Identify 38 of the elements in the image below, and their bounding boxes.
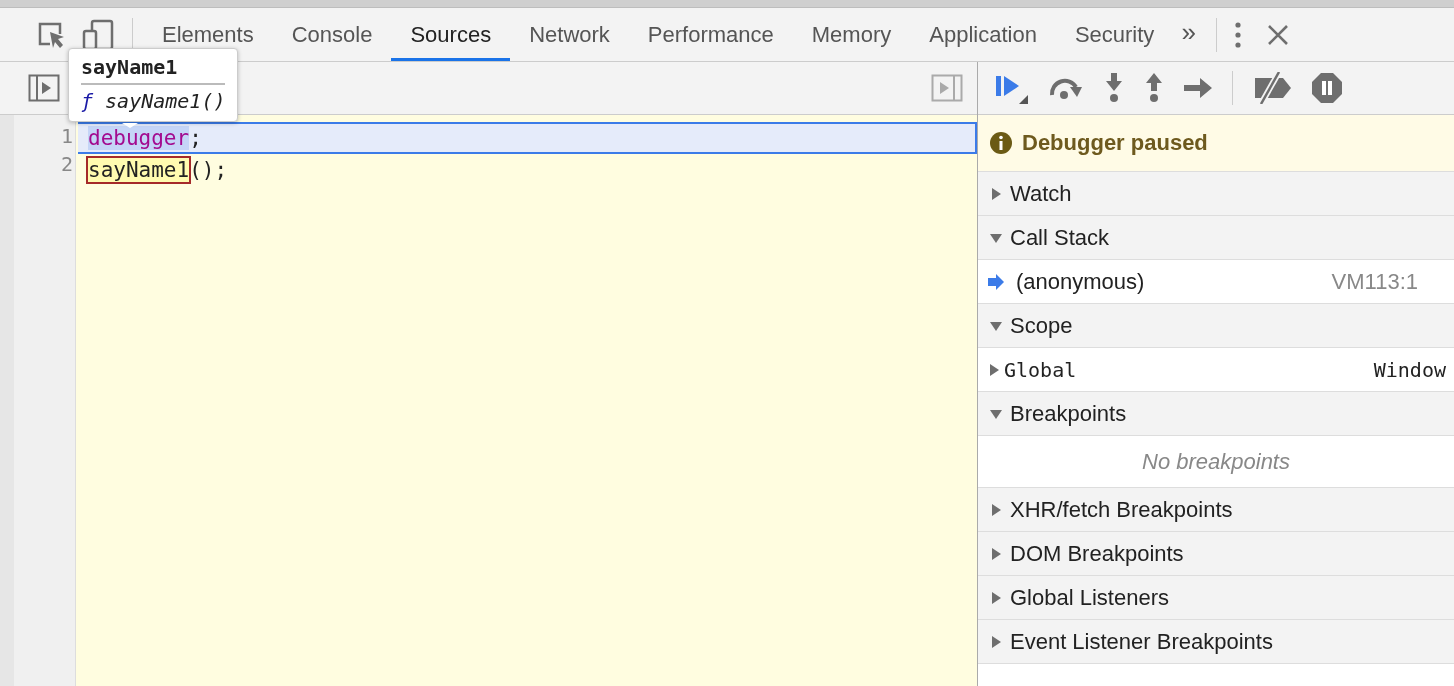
function-mark: ƒ [81,89,94,113]
panel-tab[interactable]: Application [910,8,1056,61]
section-header[interactable]: Global Listeners [978,576,1454,620]
section-header[interactable]: Event Listener Breakpoints [978,620,1454,664]
step-out-icon[interactable] [1144,73,1164,103]
close-icon[interactable] [1266,23,1289,46]
code-text: (); [189,158,228,182]
menu-icon[interactable] [1234,21,1241,48]
line-number: 1 [59,123,74,150]
frame-name[interactable]: (anonymous) [1016,268,1145,295]
panel-tab[interactable]: Memory [792,8,911,61]
tooltip-title: sayName1 [81,55,226,85]
section-header[interactable]: Watch [978,172,1454,216]
info-icon [990,132,1012,154]
section-header[interactable]: DOM Breakpoints [978,532,1454,576]
paused-message: Debugger paused [1022,130,1208,156]
deactivate-breakpoints-icon[interactable] [1253,72,1291,104]
show-navigator-icon[interactable] [28,74,60,102]
function-signature: sayName1() [105,89,226,113]
step-into-icon[interactable] [1104,73,1124,103]
line-number: 2 [59,151,74,178]
step-icon[interactable] [1184,77,1212,99]
scope-value: Window [1373,357,1446,382]
pause-on-exceptions-icon[interactable] [1311,72,1343,104]
panel-tab[interactable]: Console [272,8,392,61]
scope-name[interactable]: Global [1004,357,1077,382]
keyword-token: debugger [88,126,190,150]
panel-tab[interactable]: Network [510,8,629,61]
panel-tab[interactable]: Performance [628,8,793,61]
section-header[interactable]: XHR/fetch Breakpoints [978,488,1454,532]
code-text: ; [189,126,202,150]
more-tabs-button[interactable]: » [1173,17,1206,52]
frame-location[interactable]: VM113:1 [1331,268,1418,295]
section-header[interactable]: Scope [978,304,1454,348]
panel-tab[interactable]: Security [1055,8,1174,61]
section-header[interactable]: Call Stack [978,216,1454,260]
section-header[interactable]: Breakpoints [978,392,1454,436]
hovered-identifier[interactable]: sayName1 [88,158,190,182]
